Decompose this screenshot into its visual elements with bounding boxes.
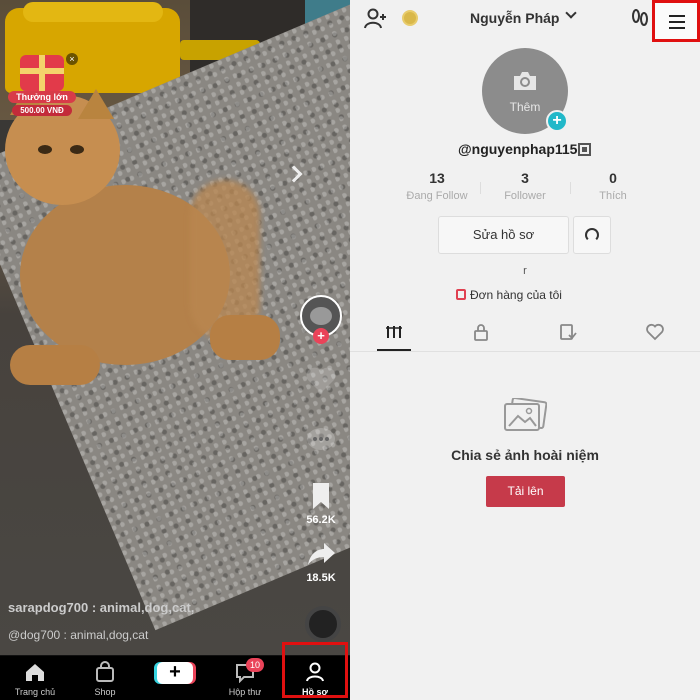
nav-create[interactable]: +: [140, 656, 210, 700]
tab-videos[interactable]: [350, 316, 437, 352]
cat-ear: [78, 89, 114, 119]
stat-label: Đang Follow: [406, 190, 468, 202]
music-disc-icon[interactable]: [305, 606, 341, 642]
follow-plus-icon[interactable]: +: [313, 328, 329, 344]
inbox-badge: 10: [246, 658, 264, 672]
tab-reposts[interactable]: [524, 316, 611, 352]
profile-handle: @nguyenphap115: [458, 141, 578, 157]
gift-icon: [20, 55, 64, 91]
add-photo-icon[interactable]: +: [546, 110, 568, 132]
coin-icon[interactable]: [402, 10, 418, 26]
comment-icon[interactable]: [304, 425, 338, 459]
cat-eye: [38, 145, 52, 154]
chevron-down-icon[interactable]: [565, 7, 577, 19]
empty-state-title: Chia sẻ ảnh hoài niệm: [451, 447, 599, 463]
tagged-post-icon: [560, 324, 577, 340]
tab-active-indicator: [377, 349, 411, 351]
upload-button[interactable]: Tải lên: [486, 476, 565, 507]
create-plus-icon: +: [157, 662, 193, 684]
share-count: 18.5K: [306, 572, 336, 584]
video-feed-screen: × Thưởng lớn 500.00 VNĐ + 56.2K 18.5K sa…: [0, 0, 350, 700]
cat-image: [0, 83, 290, 385]
stat-label: Follower: [504, 190, 546, 202]
tab-private[interactable]: [437, 316, 524, 352]
cat-leg: [210, 315, 280, 360]
nav-inbox-label: Hộp thư: [228, 687, 262, 697]
stat-label: Thích: [599, 190, 627, 202]
reward-title: Thưởng lớn: [8, 91, 76, 103]
edit-profile-button[interactable]: Sửa hồ sơ: [438, 216, 569, 254]
nav-shop[interactable]: Shop: [70, 656, 140, 700]
video-caption[interactable]: sarapdog700 : animal,dog,cat,: [8, 600, 194, 615]
footprint-icon[interactable]: [630, 8, 650, 28]
stat-number: 3: [521, 170, 529, 186]
my-orders-link[interactable]: Đơn hàng của tôi: [456, 288, 562, 302]
camera-icon: [514, 72, 536, 90]
liked-heart-icon: [646, 323, 664, 341]
photo-memories-icon: [504, 398, 547, 431]
lock-icon: [474, 324, 488, 341]
menu-icon-bar: [669, 27, 685, 29]
nav-shop-label: Shop: [94, 687, 116, 697]
share-profile-button[interactable]: [573, 216, 611, 254]
profile-tabs: [350, 316, 700, 352]
my-orders-label: Đơn hàng của tôi: [470, 288, 562, 302]
cat-leg: [10, 345, 100, 385]
app-root: × Thưởng lớn 500.00 VNĐ + 56.2K 18.5K sa…: [0, 0, 700, 700]
highlight-box-profile: [282, 642, 348, 698]
profile-topbar: Nguyễn Pháp: [350, 0, 700, 42]
stat-number: 0: [609, 170, 617, 186]
profile-username[interactable]: Nguyễn Pháp: [470, 10, 559, 26]
heart-icon[interactable]: [304, 365, 338, 399]
qr-code-icon[interactable]: [578, 143, 591, 156]
cat-eye: [70, 145, 84, 154]
menu-icon-bar: [669, 15, 685, 17]
nav-inbox[interactable]: 10 Hộp thư: [210, 656, 280, 700]
menu-button[interactable]: [652, 0, 700, 42]
reward-widget[interactable]: × Thưởng lớn 500.00 VNĐ: [8, 53, 78, 121]
tab-liked[interactable]: [611, 316, 698, 352]
add-user-icon[interactable]: [364, 8, 388, 30]
video-caption-secondary[interactable]: @dog700 : animal,dog,cat: [8, 628, 148, 642]
shopping-bag-icon: [96, 661, 114, 682]
profile-photo[interactable]: Thêm +: [482, 48, 568, 134]
share-icon[interactable]: [304, 539, 338, 573]
stat-number: 13: [429, 170, 445, 186]
stat-following[interactable]: 13 Đang Follow: [392, 170, 482, 202]
menu-icon-bar: [669, 21, 685, 23]
home-icon: [26, 664, 44, 681]
bag-icon: [456, 289, 466, 300]
bookmark-icon[interactable]: [304, 481, 338, 515]
stat-followers[interactable]: 3 Follower: [480, 170, 570, 202]
close-icon[interactable]: ×: [66, 53, 78, 65]
nav-home-label: Trang chủ: [14, 687, 56, 697]
share-icon: [585, 228, 599, 242]
profile-bio: r: [523, 265, 527, 277]
reward-amount: 500.00 VNĐ: [12, 105, 72, 116]
grid-icon: [386, 326, 402, 338]
profile-screen: Nguyễn Pháp Thêm + @nguyenphap115 13 Đan…: [350, 0, 700, 700]
bookmark-count: 56.2K: [306, 514, 336, 526]
stat-likes[interactable]: 0 Thích: [568, 170, 658, 202]
nav-home[interactable]: Trang chủ: [0, 656, 70, 700]
